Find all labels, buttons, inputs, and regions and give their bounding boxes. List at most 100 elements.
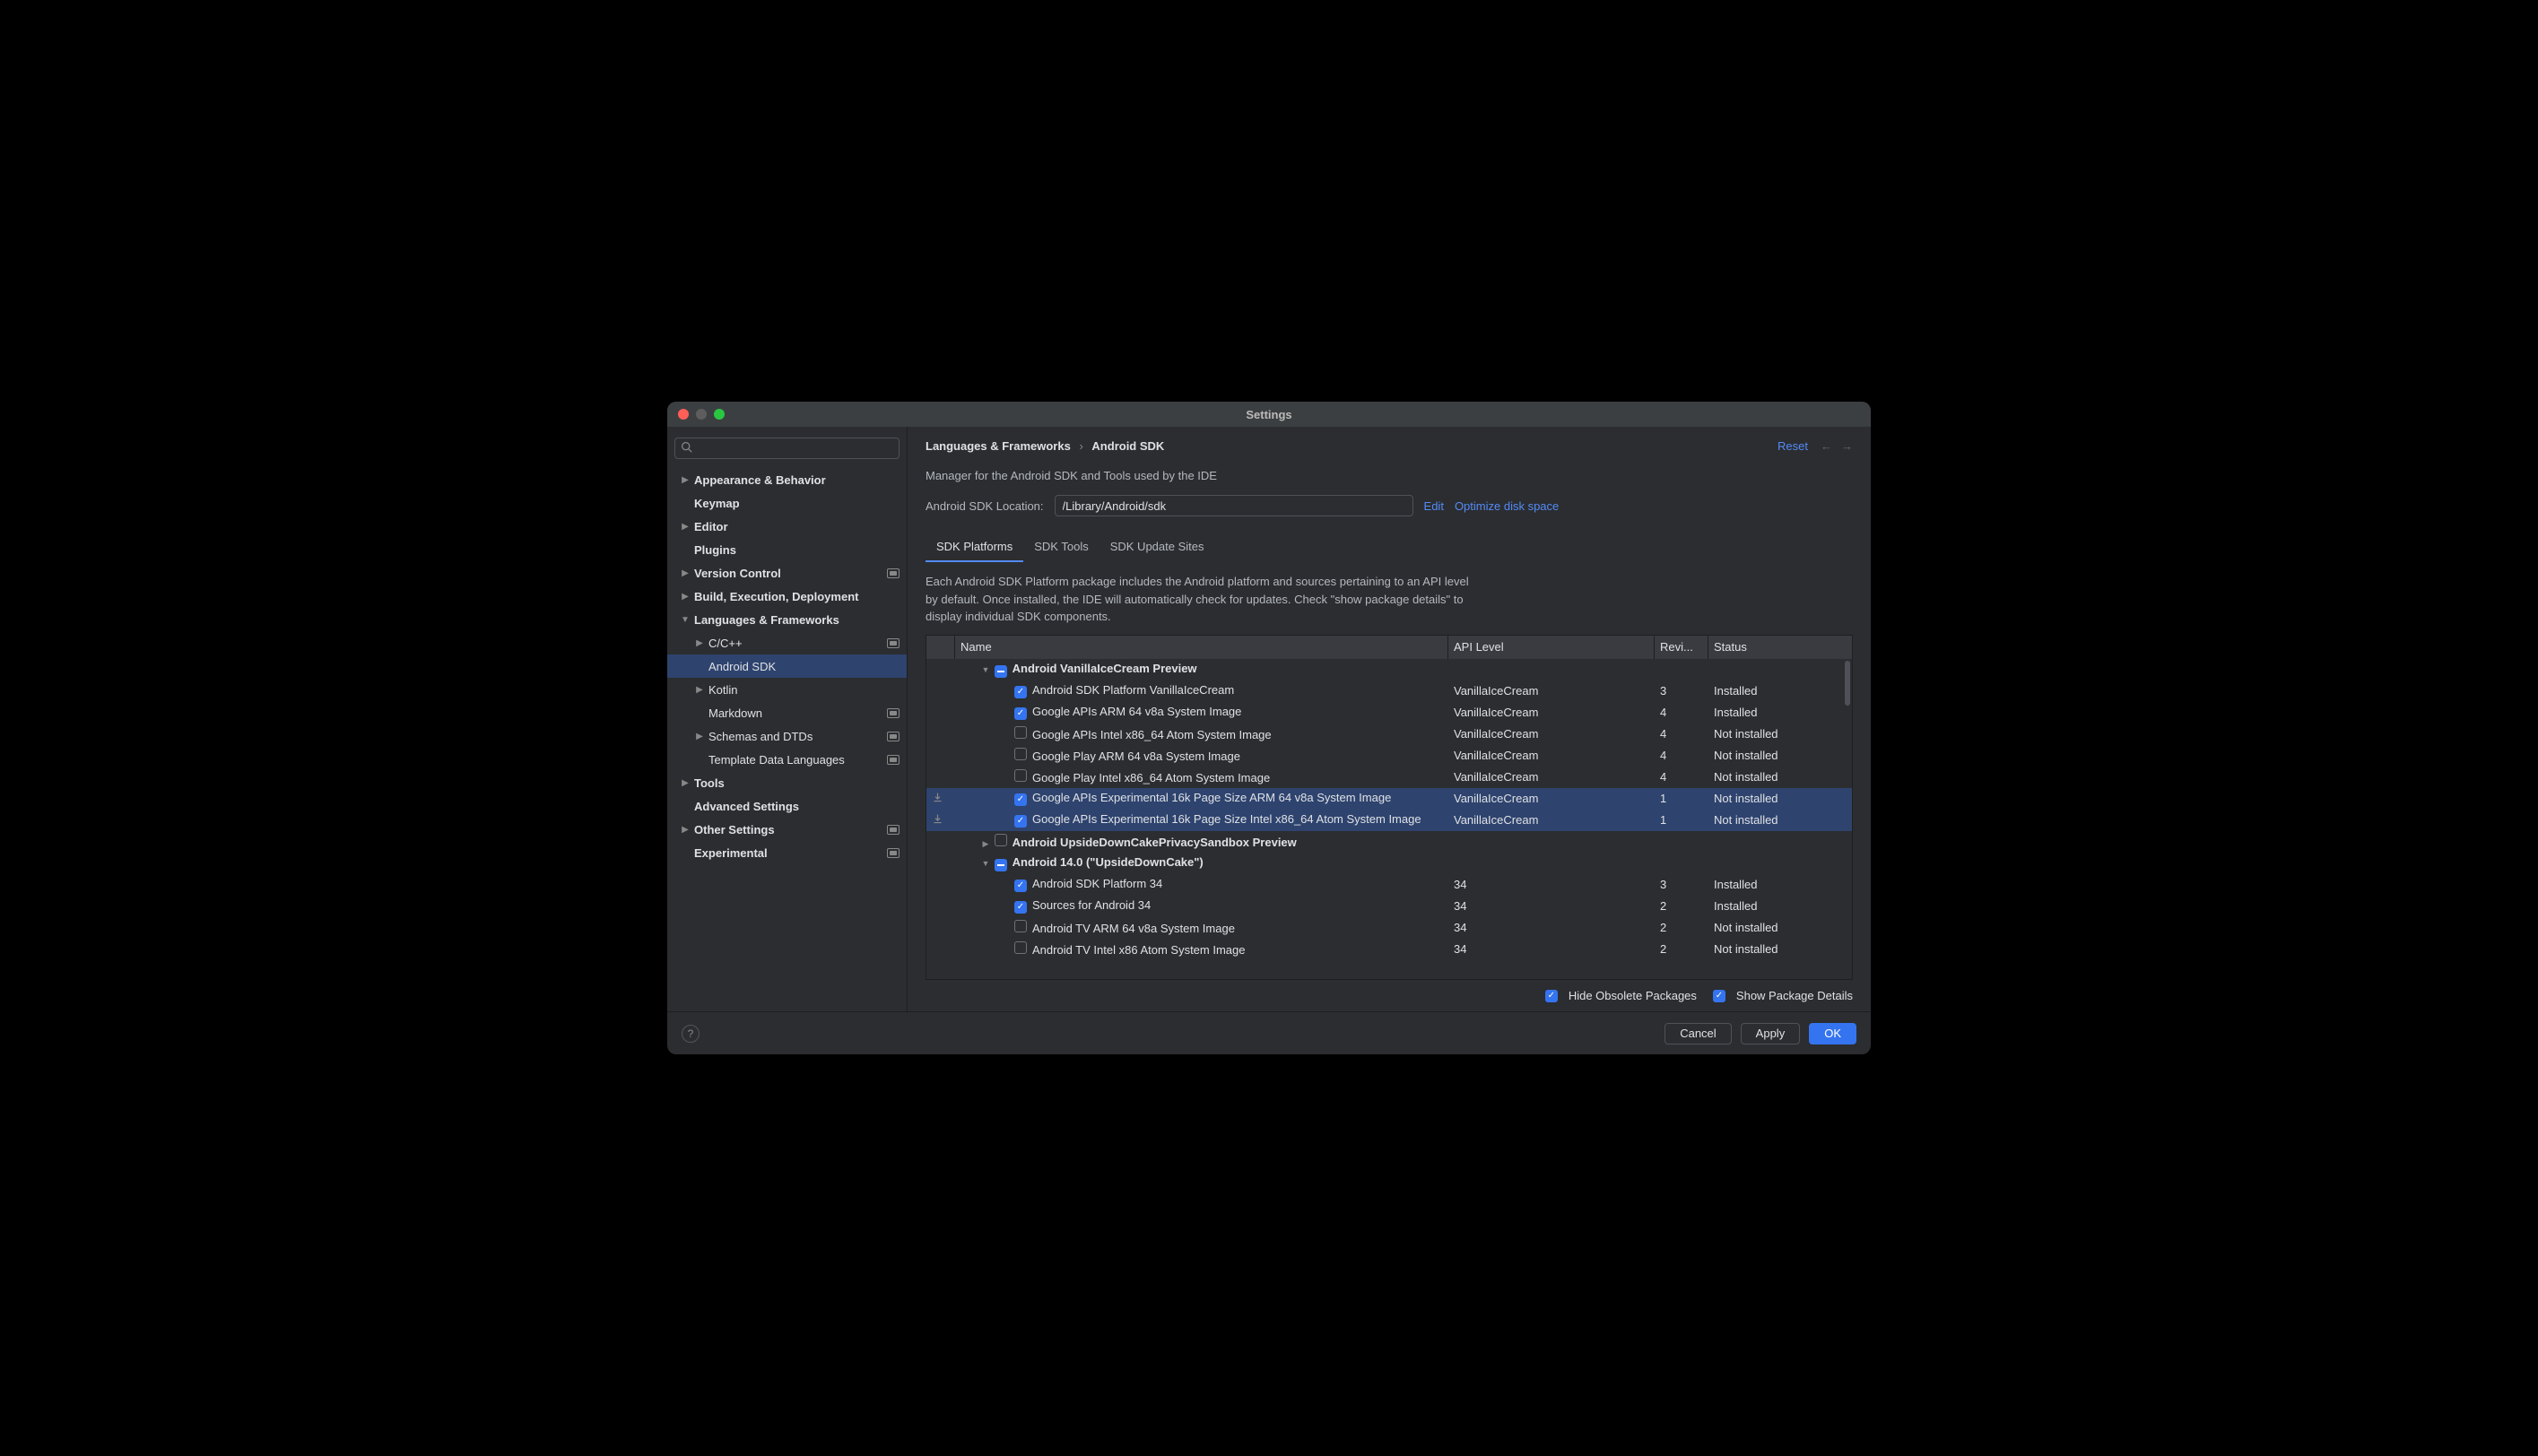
checkbox[interactable]: ✓ bbox=[1014, 815, 1027, 828]
breadcrumb-root[interactable]: Languages & Frameworks bbox=[926, 439, 1071, 453]
chevron-icon[interactable]: ▼ bbox=[980, 665, 991, 674]
sdk-location-input[interactable] bbox=[1055, 495, 1413, 516]
back-icon[interactable]: ← bbox=[1821, 439, 1832, 453]
checkbox[interactable] bbox=[1014, 769, 1027, 782]
checkbox[interactable] bbox=[1014, 726, 1027, 739]
minimize-icon[interactable] bbox=[696, 409, 707, 420]
sidebar-item[interactable]: Markdown bbox=[667, 701, 907, 724]
tab[interactable]: SDK Tools bbox=[1023, 533, 1099, 562]
chevron-right-icon: › bbox=[1079, 439, 1082, 453]
checkbox[interactable] bbox=[995, 665, 1007, 678]
revision: 1 bbox=[1655, 813, 1708, 827]
maximize-icon[interactable] bbox=[714, 409, 725, 420]
table-row[interactable]: ✓Google APIs ARM 64 v8a System ImageVani… bbox=[926, 702, 1852, 724]
close-icon[interactable] bbox=[678, 409, 689, 420]
item-label: Android TV Intel x86 Atom System Image bbox=[1032, 943, 1246, 957]
sidebar-item[interactable]: ▶Schemas and DTDs bbox=[667, 724, 907, 748]
sidebar-item[interactable]: ▼Languages & Frameworks bbox=[667, 608, 907, 631]
checkbox[interactable]: ✓ bbox=[1014, 793, 1027, 806]
project-badge-icon bbox=[887, 568, 900, 578]
forward-icon[interactable]: → bbox=[1841, 439, 1853, 453]
table-group-row[interactable]: ▶ Android UpsideDownCakePrivacySandbox P… bbox=[926, 831, 1852, 853]
col-revision[interactable]: Revi... bbox=[1655, 636, 1708, 659]
table-row[interactable]: ✓Android SDK Platform VanillaIceCreamVan… bbox=[926, 680, 1852, 702]
search-input[interactable] bbox=[674, 438, 900, 459]
sidebar-item[interactable]: ▶Other Settings bbox=[667, 818, 907, 841]
help-icon[interactable]: ? bbox=[682, 1025, 700, 1043]
table-row[interactable]: ✓Google APIs Experimental 16k Page Size … bbox=[926, 810, 1852, 831]
sidebar-item[interactable]: ▶Version Control bbox=[667, 561, 907, 585]
api-level: VanillaIceCream bbox=[1448, 684, 1655, 698]
revision: 1 bbox=[1655, 792, 1708, 805]
table-row[interactable]: ✓Sources for Android 34342Installed bbox=[926, 896, 1852, 917]
reset-link[interactable]: Reset bbox=[1777, 439, 1808, 453]
checkbox[interactable] bbox=[1014, 941, 1027, 954]
col-name[interactable]: Name bbox=[955, 636, 1448, 659]
tab[interactable]: SDK Platforms bbox=[926, 533, 1023, 562]
checkbox[interactable] bbox=[1014, 748, 1027, 760]
optimize-link[interactable]: Optimize disk space bbox=[1455, 499, 1559, 513]
cancel-button[interactable]: Cancel bbox=[1664, 1023, 1731, 1044]
sidebar-item-label: Advanced Settings bbox=[694, 800, 799, 813]
project-badge-icon bbox=[887, 708, 900, 718]
tab[interactable]: SDK Update Sites bbox=[1100, 533, 1215, 562]
status: Not installed bbox=[1708, 813, 1852, 827]
sidebar-item[interactable]: Android SDK bbox=[667, 654, 907, 678]
footer: ? Cancel Apply OK bbox=[667, 1011, 1871, 1054]
project-badge-icon bbox=[887, 638, 900, 648]
sidebar-item[interactable]: ▶Appearance & Behavior bbox=[667, 468, 907, 491]
sidebar-item[interactable]: ▶Kotlin bbox=[667, 678, 907, 701]
table-row[interactable]: ✓Android SDK Platform 34343Installed bbox=[926, 874, 1852, 896]
checkbox[interactable] bbox=[995, 859, 1007, 871]
sidebar-item[interactable]: ▶C/C++ bbox=[667, 631, 907, 654]
group-label: Android UpsideDownCakePrivacySandbox Pre… bbox=[1013, 836, 1297, 849]
description-text: Each Android SDK Platform package includ… bbox=[926, 573, 1482, 626]
sidebar-item[interactable]: ▶Editor bbox=[667, 515, 907, 538]
edit-link[interactable]: Edit bbox=[1424, 499, 1444, 513]
sidebar-item-label: Editor bbox=[694, 520, 728, 533]
group-label: Android 14.0 ("UpsideDownCake") bbox=[1013, 855, 1204, 869]
table-row[interactable]: Google Play ARM 64 v8a System ImageVanil… bbox=[926, 745, 1852, 767]
search-field[interactable] bbox=[696, 442, 893, 455]
checkbox[interactable] bbox=[1014, 920, 1027, 932]
table-row[interactable]: ✓Google APIs Experimental 16k Page Size … bbox=[926, 788, 1852, 810]
checkbox[interactable]: ✓ bbox=[1014, 686, 1027, 698]
sidebar-item[interactable]: Plugins bbox=[667, 538, 907, 561]
api-level: VanillaIceCream bbox=[1448, 792, 1655, 805]
table-body: ▼ Android VanillaIceCream Preview✓Androi… bbox=[926, 659, 1852, 980]
col-status[interactable]: Status bbox=[1708, 636, 1852, 659]
checkbox[interactable]: ✓ bbox=[1014, 880, 1027, 892]
table-group-row[interactable]: ▼ Android VanillaIceCream Preview bbox=[926, 659, 1852, 680]
revision: 3 bbox=[1655, 878, 1708, 891]
revision: 4 bbox=[1655, 706, 1708, 719]
table-row[interactable]: Google Play Intel x86_64 Atom System Ima… bbox=[926, 767, 1852, 788]
hide-obsolete-checkbox[interactable]: ✓ Hide Obsolete Packages bbox=[1545, 989, 1697, 1002]
apply-button[interactable]: Apply bbox=[1741, 1023, 1801, 1044]
chevron-icon[interactable]: ▼ bbox=[980, 859, 991, 868]
col-api-level[interactable]: API Level bbox=[1448, 636, 1655, 659]
sdk-location-label: Android SDK Location: bbox=[926, 499, 1044, 513]
chevron-icon: ▶ bbox=[680, 592, 691, 602]
sidebar-item[interactable]: Keymap bbox=[667, 491, 907, 515]
table-row[interactable]: Android TV Intel x86 Atom System Image34… bbox=[926, 939, 1852, 960]
scrollbar-thumb[interactable] bbox=[1845, 661, 1850, 706]
checkbox[interactable] bbox=[995, 834, 1007, 846]
download-icon bbox=[932, 814, 943, 828]
ok-button[interactable]: OK bbox=[1809, 1023, 1856, 1044]
status: Not installed bbox=[1708, 749, 1852, 762]
chevron-icon: ▶ bbox=[680, 778, 691, 788]
sidebar-item[interactable]: ▶Tools bbox=[667, 771, 907, 794]
sidebar-item[interactable]: Experimental bbox=[667, 841, 907, 864]
table-row[interactable]: Android TV ARM 64 v8a System Image342Not… bbox=[926, 917, 1852, 939]
chevron-icon[interactable]: ▶ bbox=[980, 839, 991, 849]
show-details-checkbox[interactable]: ✓ Show Package Details bbox=[1713, 989, 1853, 1002]
sidebar-item[interactable]: ▶Build, Execution, Deployment bbox=[667, 585, 907, 608]
checkbox[interactable]: ✓ bbox=[1014, 901, 1027, 914]
checkbox[interactable]: ✓ bbox=[1014, 707, 1027, 720]
table-group-row[interactable]: ▼ Android 14.0 ("UpsideDownCake") bbox=[926, 853, 1852, 874]
table-row[interactable]: Google APIs Intel x86_64 Atom System Ima… bbox=[926, 724, 1852, 745]
sidebar-item[interactable]: Template Data Languages bbox=[667, 748, 907, 771]
sidebar-item[interactable]: Advanced Settings bbox=[667, 794, 907, 818]
status: Not installed bbox=[1708, 770, 1852, 784]
project-badge-icon bbox=[887, 755, 900, 765]
